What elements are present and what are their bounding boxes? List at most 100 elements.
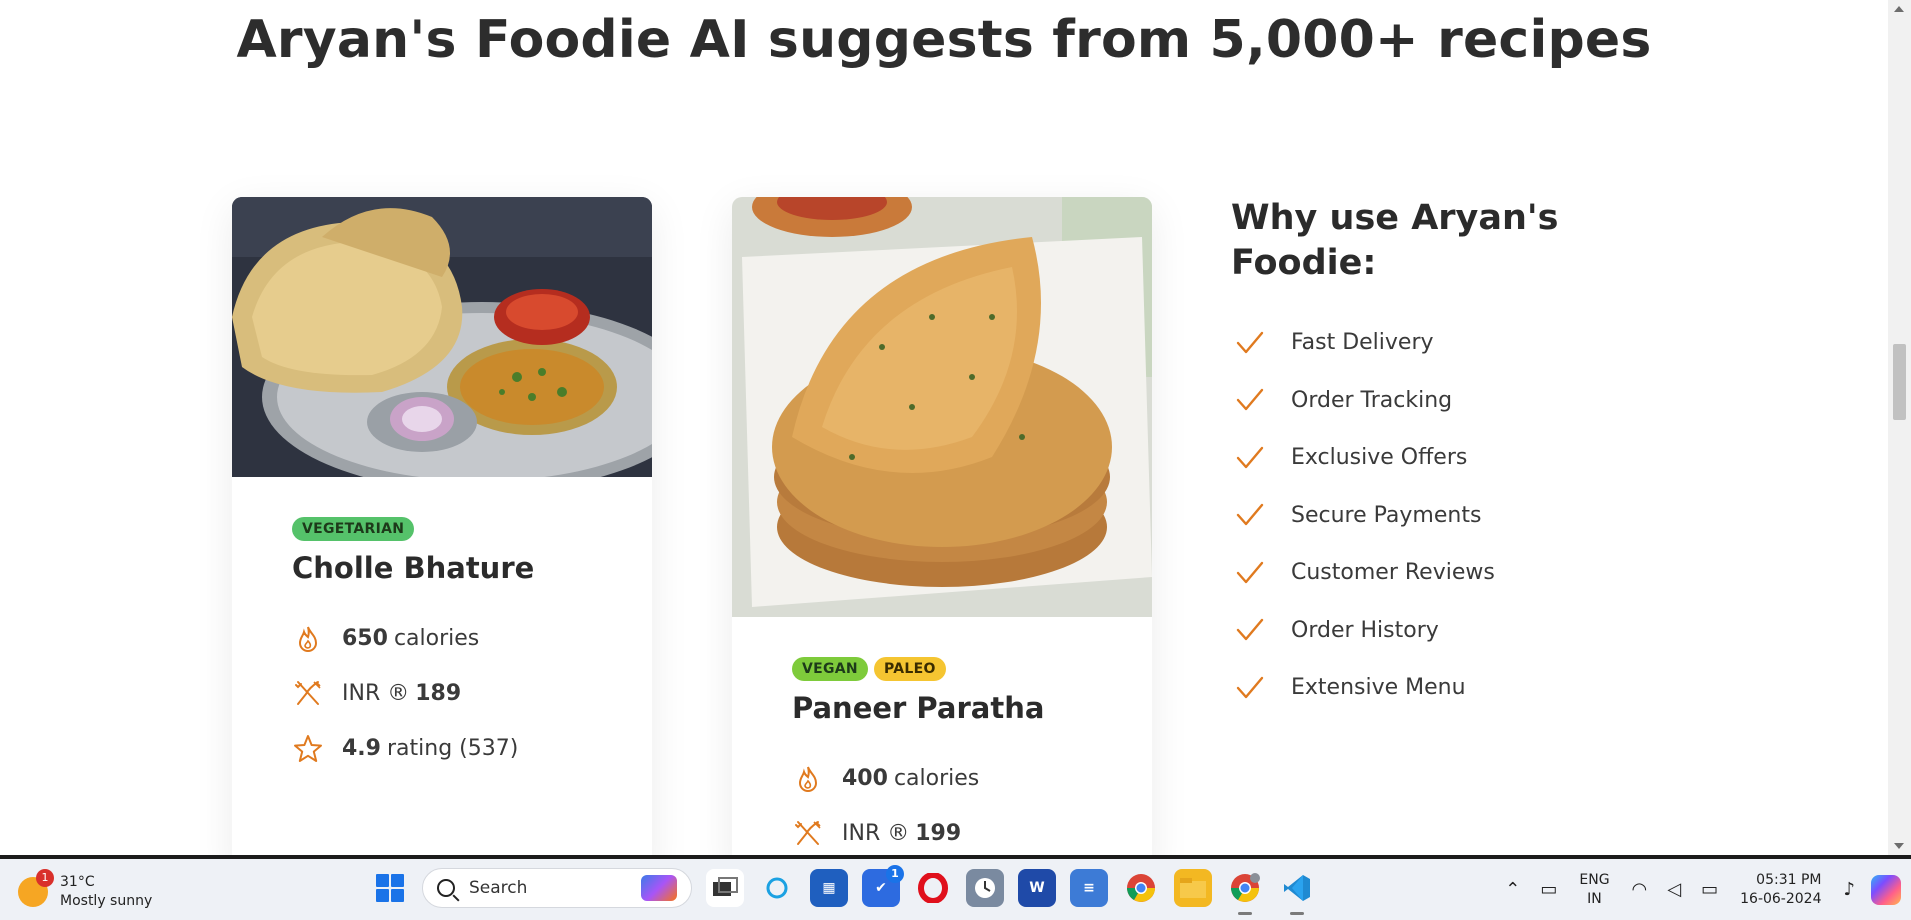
clock-icon[interactable]: [966, 869, 1004, 907]
price-prefix: INR ®: [342, 681, 410, 706]
battery-icon[interactable]: ▭: [1701, 879, 1718, 900]
why-item: Order Tracking: [1231, 372, 1591, 430]
why-item: Order History: [1231, 602, 1591, 660]
why-item: Customer Reviews: [1231, 544, 1591, 602]
scroll-down-icon[interactable]: [1894, 843, 1904, 849]
star-icon: [294, 734, 322, 762]
chrome-profile-icon[interactable]: [1226, 869, 1264, 915]
why-item-label: Exclusive Offers: [1291, 445, 1468, 471]
weather-sun-icon: 1: [18, 869, 54, 907]
calories-value: 650: [342, 626, 388, 651]
calories-stat: 650 calories: [292, 611, 592, 666]
clock-date: 16-06-2024: [1740, 890, 1822, 907]
cortana-icon[interactable]: [758, 869, 796, 907]
check-icon: [1236, 561, 1264, 583]
card-tags: VEGAN PALEO: [792, 657, 1092, 681]
file-explorer-icon[interactable]: [1174, 869, 1212, 907]
taskbar-search[interactable]: Search: [422, 868, 692, 908]
check-icon: [1236, 331, 1264, 353]
windows-start-icon[interactable]: [372, 870, 408, 906]
rating-count: rating (537): [386, 736, 519, 761]
notepad-icon[interactable]: ≡: [1070, 869, 1108, 907]
system-clock[interactable]: 05:31 PM 16-06-2024: [1740, 871, 1821, 909]
recipe-card-cholle-bhature[interactable]: VEGETARIAN Cholle Bhature 650 calories I…: [232, 197, 652, 855]
taskbar-apps: Search ▦ ✔ 1 W ≡: [372, 865, 1316, 915]
rating-stat: 4.9 rating (537): [292, 721, 592, 776]
why-item-label: Secure Payments: [1291, 502, 1482, 528]
why-section: Why use Aryan's Foodie: Fast Delivery Ord…: [1231, 196, 1591, 717]
why-item: Secure Payments: [1231, 487, 1591, 545]
todo-badge: 1: [886, 865, 904, 883]
check-icon: [1236, 446, 1264, 468]
task-view-icon[interactable]: [706, 869, 744, 907]
why-item-label: Order History: [1291, 617, 1439, 643]
why-item-label: Fast Delivery: [1291, 330, 1434, 356]
price-stat: INR ® 189: [292, 666, 592, 721]
volume-icon[interactable]: ◁: [1667, 879, 1681, 900]
why-item: Exclusive Offers: [1231, 429, 1591, 487]
page-viewport: Aryan's Foodie AI suggests from 5,000+ r…: [0, 0, 1888, 855]
price-value: 189: [415, 681, 462, 706]
tag-paleo: PALEO: [873, 657, 946, 681]
search-highlight-icon: [641, 875, 677, 901]
scroll-up-icon[interactable]: [1894, 6, 1904, 12]
search-placeholder: Search: [469, 878, 528, 898]
windows-taskbar: 1 31°C Mostly sunny Search ▦ ✔ 1 W ≡ ⌃ ▭ …: [0, 855, 1911, 920]
search-icon: [437, 879, 455, 897]
chrome-icon[interactable]: [1122, 869, 1160, 907]
dish-name[interactable]: Paneer Paratha: [792, 691, 1092, 725]
price-stat: INR ® 199: [792, 806, 1092, 855]
why-title: Why use Aryan's Foodie:: [1231, 198, 1559, 283]
calories-unit: calories: [893, 766, 980, 791]
flame-icon: [798, 766, 818, 792]
vscode-icon[interactable]: [1278, 869, 1316, 915]
calories-value: 400: [842, 766, 888, 791]
calories-stat: 400 calories: [792, 751, 1092, 806]
todo-icon[interactable]: ✔ 1: [862, 865, 904, 907]
cutlery-icon: [295, 680, 321, 705]
opera-icon[interactable]: [914, 869, 952, 907]
wifi-icon[interactable]: ◠: [1632, 879, 1648, 900]
weather-widget[interactable]: 1 31°C Mostly sunny: [18, 869, 153, 911]
tag-vegan: VEGAN: [792, 657, 868, 681]
why-item-label: Extensive Menu: [1291, 675, 1466, 701]
cholle-bhature-photo: [232, 197, 652, 477]
clock-time: 05:31 PM: [1756, 871, 1822, 888]
price-prefix: INR ®: [842, 821, 910, 846]
scrollbar-thumb[interactable]: [1893, 344, 1906, 420]
page-scrollbar[interactable]: [1888, 0, 1911, 855]
cutlery-icon: [795, 820, 821, 845]
weather-desc: Mostly sunny: [60, 893, 153, 909]
weather-temp: 31°C: [60, 874, 95, 890]
why-list: Fast Delivery Order Tracking Exclusive Off…: [1231, 314, 1591, 717]
tag-vegetarian: VEGETARIAN: [292, 517, 415, 541]
check-icon: [1236, 504, 1264, 526]
rating-value: 4.9: [342, 736, 381, 761]
recipe-card-paneer-paratha[interactable]: VEGAN PALEO Paneer Paratha 400 calories …: [732, 197, 1152, 855]
word-icon[interactable]: W: [1018, 869, 1056, 907]
why-item-label: Order Tracking: [1291, 387, 1453, 413]
touch-keyboard-icon[interactable]: ▭: [1540, 879, 1557, 900]
flame-icon: [298, 626, 318, 652]
price-value: 199: [915, 821, 962, 846]
why-item: Extensive Menu: [1231, 659, 1591, 717]
paneer-paratha-photo: [732, 197, 1152, 617]
copilot-icon[interactable]: [1871, 874, 1901, 905]
store-icon[interactable]: ▦: [810, 869, 848, 907]
notification-bell-icon[interactable]: ♪: [1844, 879, 1856, 900]
language-indicator[interactable]: ENG IN: [1579, 871, 1609, 909]
lang-line2: IN: [1587, 890, 1602, 907]
page-headline: Aryan's Foodie AI suggests from 5,000+ r…: [236, 10, 1652, 70]
why-item-label: Customer Reviews: [1291, 560, 1495, 586]
why-item: Fast Delivery: [1231, 314, 1591, 372]
calories-unit: calories: [393, 626, 480, 651]
check-icon: [1236, 676, 1264, 698]
card-tags: VEGETARIAN: [292, 517, 592, 541]
check-icon: [1236, 619, 1264, 641]
system-tray: ⌃ ▭ ENG IN ◠ ◁ ▭ 05:31 PM 16-06-2024 ♪: [1495, 859, 1911, 920]
lang-line1: ENG: [1579, 871, 1610, 888]
chevron-up-icon[interactable]: ⌃: [1505, 879, 1520, 900]
weather-badge: 1: [36, 869, 54, 887]
dish-name[interactable]: Cholle Bhature: [292, 551, 592, 585]
check-icon: [1236, 389, 1264, 411]
